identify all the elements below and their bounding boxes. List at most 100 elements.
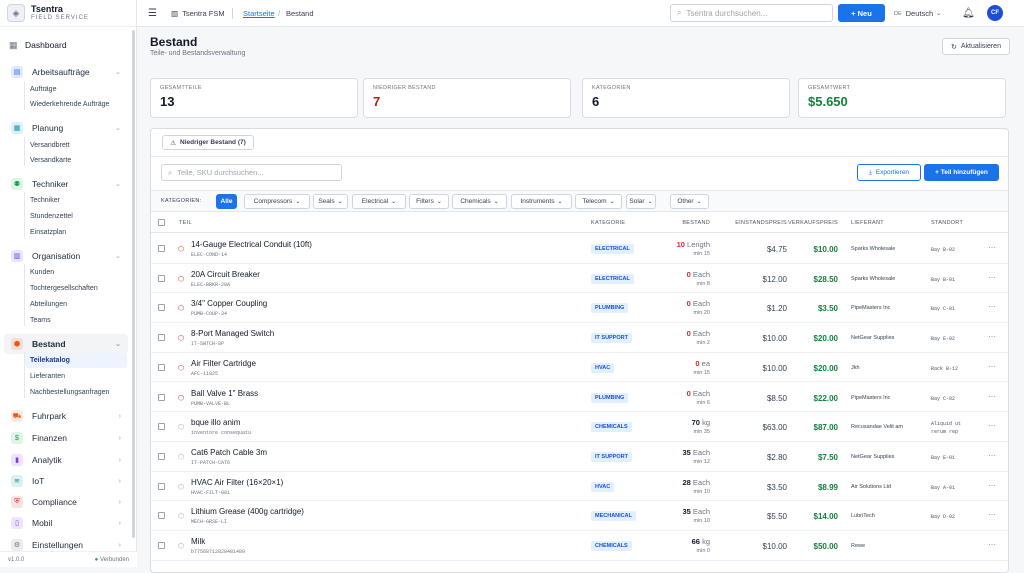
part-name[interactable]: 20A Circuit Breaker — [191, 270, 260, 279]
nav-group-finanzen[interactable]: $ Finanzen › — [4, 428, 128, 448]
row-checkbox[interactable] — [158, 423, 165, 431]
col-cost[interactable]: EINSTANDSPREIS — [735, 220, 787, 226]
table-row[interactable]: ⬡ 14-Gauge Electrical Conduit (10ft) ELEC-… — [151, 234, 1008, 264]
filter-chip-instruments[interactable]: Instruments ⌄ — [511, 194, 572, 209]
sidebar-item-einsatzplan[interactable]: Einsatzplan — [30, 226, 66, 238]
table-row[interactable]: ⬡ bque illo anim inventore consequatu CHEMI… — [151, 412, 1008, 442]
more-actions-icon[interactable]: ··· — [988, 421, 996, 430]
language-switcher[interactable]: DE Deutsch ⌄ — [894, 0, 941, 27]
more-actions-icon[interactable]: ··· — [988, 510, 996, 519]
filter-chip-electrical[interactable]: Electrical ⌄ — [352, 194, 406, 209]
more-actions-icon[interactable]: ··· — [988, 302, 996, 311]
table-row[interactable]: ⬡ Milk b77568712820481489 CHEMICALS 66 kg min… — [151, 531, 1008, 561]
sidebar-item-aufträge[interactable]: Aufträge — [30, 83, 56, 95]
sidebar-item-versandkarte[interactable]: Versandkarte — [30, 154, 71, 166]
sidebar-item-kunden[interactable]: Kunden — [30, 266, 54, 278]
table-row[interactable]: ⬡ Cat6 Patch Cable 3m IT-PATCH-CAT6 IT SUPP… — [151, 442, 1008, 472]
more-actions-icon[interactable]: ··· — [988, 451, 996, 460]
col-part[interactable]: TEIL — [179, 220, 192, 226]
part-name[interactable]: 14-Gauge Electrical Conduit (10ft) — [191, 240, 312, 249]
sidebar-scrollbar[interactable] — [132, 30, 135, 538]
col-location[interactable]: STANDORT — [931, 220, 963, 226]
nav-group-organisation[interactable]: ▥ Organisation ⌄ — [4, 246, 128, 266]
sidebar-item-teams[interactable]: Teams — [30, 314, 51, 326]
add-part-button[interactable]: + Teil hinzufügen — [924, 164, 999, 181]
sidebar-item-stundenzettel[interactable]: Stundenzettel — [30, 210, 73, 222]
table-row[interactable]: ⬡ 3/4" Copper Coupling PUMB-COUP-34 PLUMBIN… — [151, 293, 1008, 324]
nav-dashboard[interactable]: ▦ Dashboard — [9, 38, 67, 52]
row-checkbox[interactable] — [158, 452, 165, 460]
nav-group-planung[interactable]: ▦ Planung ⌄ — [4, 118, 128, 138]
sidebar-item-abteilungen[interactable]: Abteilungen — [30, 298, 67, 310]
more-actions-icon[interactable]: ··· — [988, 362, 996, 371]
more-actions-icon[interactable]: ··· — [988, 273, 996, 282]
part-name[interactable]: 3/4" Copper Coupling — [191, 299, 267, 308]
filter-chip-solar[interactable]: Solar ⌄ — [626, 194, 656, 209]
part-name[interactable]: HVAC Air Filter (16×20×1) — [191, 478, 283, 487]
table-row[interactable]: ⬡ 20A Circuit Breaker ELEC-BRKR-20A ELECTRI… — [151, 264, 1008, 294]
part-name[interactable]: 8-Port Managed Switch — [191, 329, 274, 338]
menu-icon[interactable]: ☰ — [148, 0, 157, 27]
breadcrumb-home[interactable]: Startseite — [243, 0, 275, 27]
row-checkbox[interactable] — [158, 482, 165, 490]
part-name[interactable]: Air Filter Cartridge — [191, 359, 256, 368]
more-actions-icon[interactable]: ··· — [988, 481, 996, 490]
row-checkbox[interactable] — [158, 304, 165, 312]
filter-chip-telecom[interactable]: Telecom ⌄ — [575, 194, 622, 209]
col-supplier[interactable]: LIEFERANT — [851, 220, 884, 226]
sidebar-item-techniker[interactable]: Techniker — [30, 194, 60, 206]
col-category[interactable]: KATEGORIE — [591, 220, 625, 226]
row-checkbox[interactable] — [158, 542, 165, 549]
filter-chip-other[interactable]: Other ⌄ — [670, 194, 709, 209]
workspace-switcher[interactable]: ▥ Tsentra FSM — [171, 0, 225, 27]
part-name[interactable]: Milk — [191, 537, 205, 546]
row-checkbox[interactable] — [158, 512, 165, 520]
nav-group-bestand[interactable]: ⬢ Bestand ⌄ — [4, 334, 128, 354]
more-actions-icon[interactable]: ··· — [988, 243, 996, 252]
nav-group-techniker[interactable]: ⚉ Techniker ⌄ — [4, 174, 128, 194]
part-name[interactable]: bque illo anim — [191, 418, 240, 427]
filter-chip-seals[interactable]: Seals ⌄ — [313, 194, 348, 209]
filter-chip-alle[interactable]: Alle — [216, 194, 237, 209]
nav-group-analytik[interactable]: ▮ Analytik › — [4, 450, 128, 470]
part-name[interactable]: Lithium Grease (400g cartridge) — [191, 507, 304, 516]
row-checkbox[interactable] — [158, 274, 165, 282]
select-all-checkbox[interactable] — [158, 219, 165, 226]
filter-chip-filters[interactable]: Filters ⌄ — [409, 194, 449, 209]
table-row[interactable]: ⬡ Ball Valve 1" Brass PUMB-VALVE-BL PLUMBIN… — [151, 383, 1008, 413]
nav-group-compliance[interactable]: ⛨ Compliance › — [4, 492, 128, 512]
more-actions-icon[interactable]: ··· — [988, 540, 996, 549]
parts-search-input[interactable]: ⌕ Teile, SKU durchsuchen... — [161, 164, 342, 181]
refresh-button[interactable]: ↻ Aktualisieren — [942, 38, 1010, 55]
table-row[interactable]: ⬡ Lithium Grease (400g cartridge) MECH-GRS… — [151, 501, 1008, 531]
sidebar-item-lieferanten[interactable]: Lieferanten — [30, 370, 65, 382]
col-price[interactable]: VERKAUFSPREIS — [788, 220, 838, 226]
sidebar-item-wiederkehrende-aufträge[interactable]: Wiederkehrende Aufträge — [30, 98, 109, 110]
more-actions-icon[interactable]: ··· — [988, 392, 996, 401]
global-search-input[interactable]: ⌕ Tsentra durchsuchen... — [670, 4, 833, 22]
sidebar-item-nachbestellungsanfragen[interactable]: Nachbestellungsanfragen — [30, 386, 109, 398]
filter-chip-compressors[interactable]: Compressors ⌄ — [244, 194, 310, 209]
col-stock[interactable]: BESTAND — [682, 220, 710, 226]
row-checkbox[interactable] — [158, 334, 165, 342]
table-row[interactable]: ⬡ HVAC Air Filter (16×20×1) HVAC-FILT-001 H… — [151, 472, 1008, 502]
table-row[interactable]: ⬡ 8-Port Managed Switch IT-SWTCH-8P IT SUPP… — [151, 323, 1008, 353]
export-button[interactable]: ⤓ Exportieren — [857, 164, 921, 181]
nav-group-iot[interactable]: ≋ IoT › — [4, 471, 128, 491]
more-actions-icon[interactable]: ··· — [988, 332, 996, 341]
filter-chip-chemicals[interactable]: Chemicals ⌄ — [452, 194, 507, 209]
table-row[interactable]: ⬡ Air Filter Cartridge AFC-11025 HVAC 0 ea mi… — [151, 353, 1008, 383]
new-button[interactable]: + Neu — [838, 4, 885, 22]
part-name[interactable]: Ball Valve 1" Brass — [191, 389, 258, 398]
low-stock-button[interactable]: ⚠ Niedriger Bestand (7) — [162, 135, 254, 150]
avatar[interactable]: CF — [987, 5, 1003, 21]
nav-group-arbeitsaufträge[interactable]: ▤ Arbeitsaufträge ⌄ — [4, 62, 128, 82]
row-checkbox[interactable] — [158, 245, 165, 252]
nav-group-fuhrpark[interactable]: ⛟ Fuhrpark › — [4, 406, 128, 426]
sidebar-item-tochtergesellschaften[interactable]: Tochtergesellschaften — [30, 282, 98, 294]
part-name[interactable]: Cat6 Patch Cable 3m — [191, 448, 267, 457]
bell-icon[interactable]: 🔔︎ — [962, 0, 975, 27]
sidebar-item-teilekatalog[interactable]: Teilekatalog — [30, 354, 70, 366]
row-checkbox[interactable] — [158, 363, 165, 371]
sidebar-item-versandbrett[interactable]: Versandbrett — [30, 139, 70, 151]
